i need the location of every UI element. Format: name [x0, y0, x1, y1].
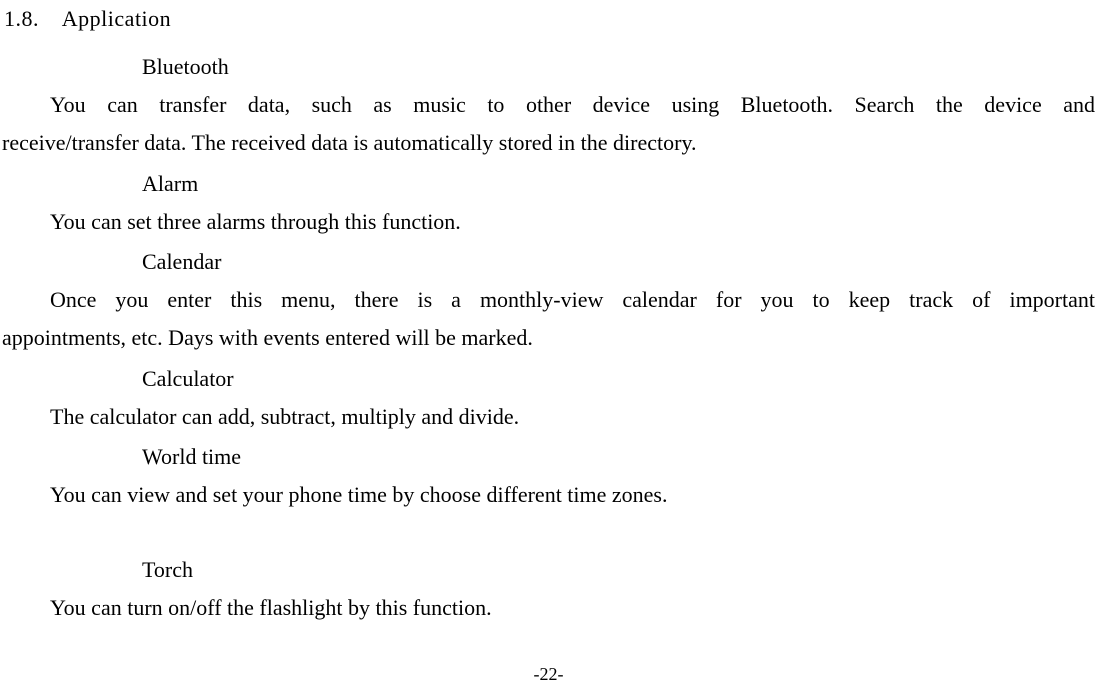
body-text: You can view and set your phone time by … [0, 478, 1097, 518]
subheading-bluetooth: Bluetooth [0, 50, 1097, 88]
body-text: receive/transfer data. The received data… [0, 128, 1097, 166]
section-title: Application [62, 6, 171, 31]
subheading-alarm: Alarm [0, 167, 1097, 205]
body-text: You can transfer data, such as music to … [0, 88, 1097, 128]
body-text: You can set three alarms through this fu… [0, 205, 1097, 245]
subheading-worldtime: World time [0, 440, 1097, 478]
body-text: You can turn on/off the flashlight by th… [0, 591, 1097, 631]
body-text: Once you enter this menu, there is a mon… [0, 283, 1097, 323]
section-number: 1.8. [4, 6, 39, 32]
spacer [0, 519, 1097, 553]
subheading-calendar: Calendar [0, 245, 1097, 283]
subheading-torch: Torch [0, 553, 1097, 591]
page-number: -22- [0, 664, 1097, 685]
section-heading: 1.8. Application [0, 0, 1097, 50]
subheading-calculator: Calculator [0, 362, 1097, 400]
body-text: The calculator can add, subtract, multip… [0, 400, 1097, 440]
body-text: appointments, etc. Days with events ente… [0, 323, 1097, 361]
